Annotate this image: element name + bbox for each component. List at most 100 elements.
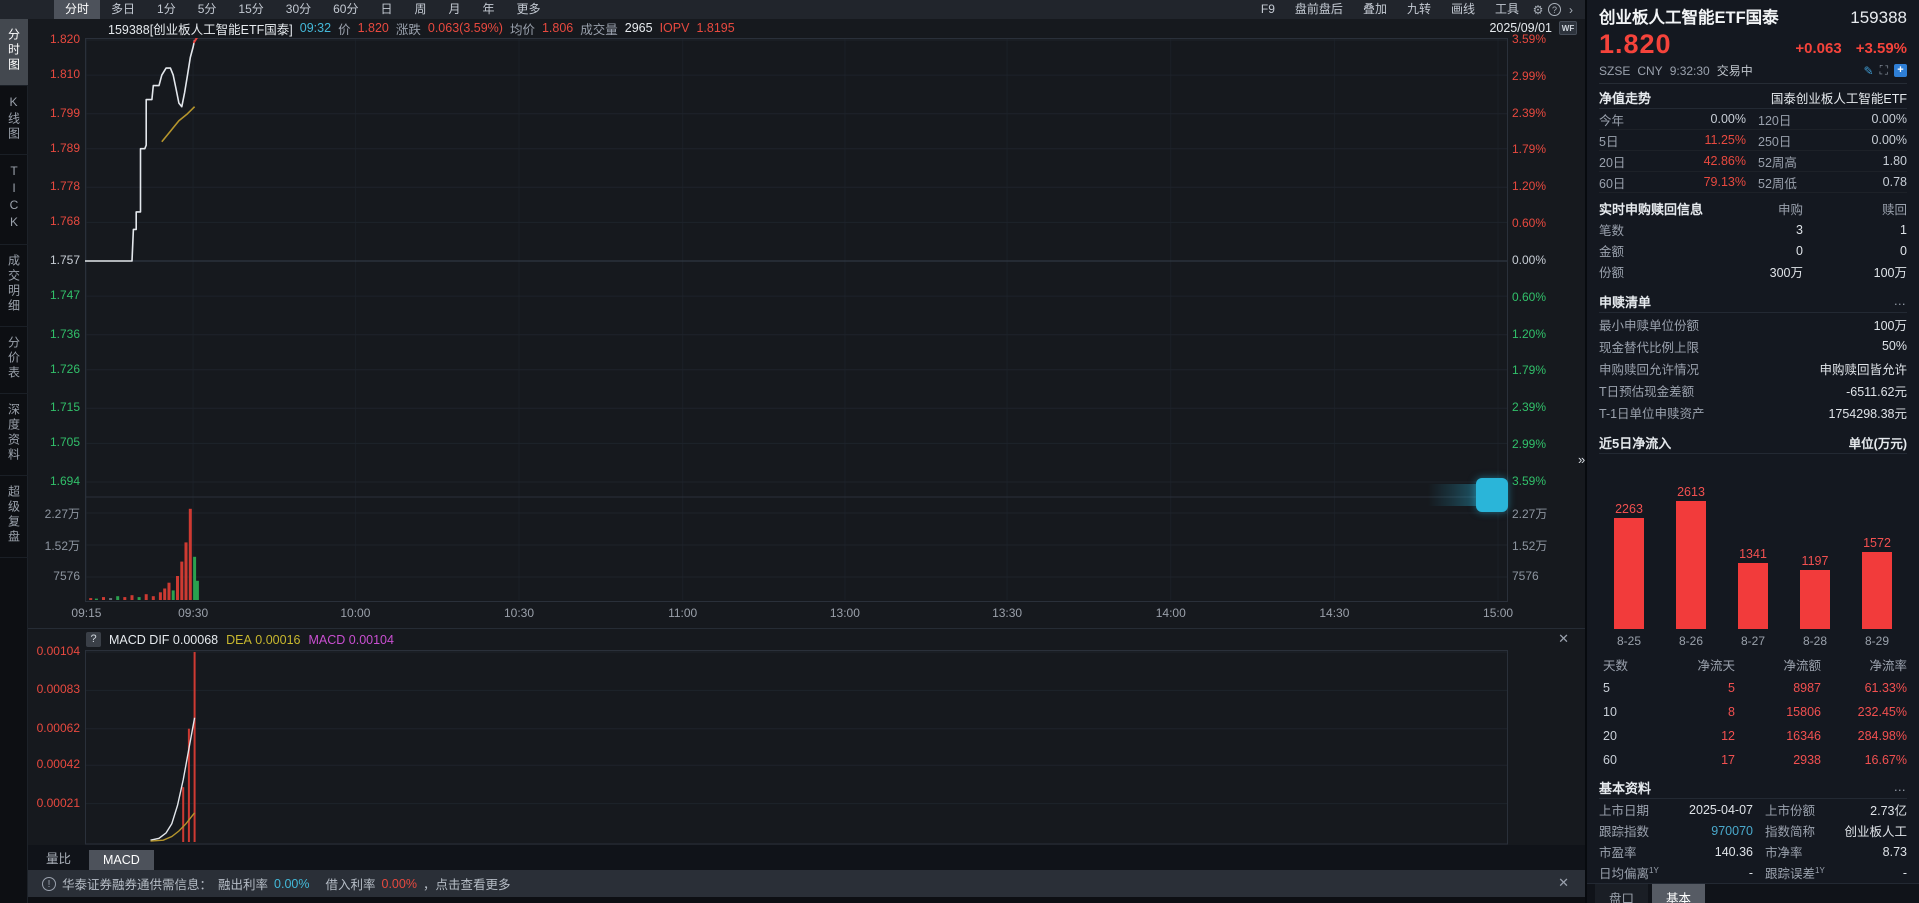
flow-unit: 单位(万元) bbox=[1848, 436, 1907, 451]
more-button[interactable]: … bbox=[1894, 294, 1908, 308]
flow-bar-group: 1197 8-28 bbox=[1787, 460, 1843, 650]
flow-table-cell: 5 bbox=[1728, 681, 1735, 695]
flow-bar bbox=[1862, 552, 1892, 629]
indicator-tabs: 量比 MACD bbox=[28, 845, 1585, 870]
macd-header: ? MACD DIF 0.00068 DEA 0.00016 MACD 0.00… bbox=[28, 629, 1585, 650]
sidebar-item-分价表[interactable]: 分价表 bbox=[0, 327, 28, 394]
period-tab-月[interactable]: 月 bbox=[438, 0, 472, 19]
period-tab-1分[interactable]: 1分 bbox=[146, 0, 187, 19]
in-rate-value: 0.00% bbox=[381, 876, 417, 891]
tool-menu: F9 盘前盘后 叠加 九转 画线 工具 ⚙? › bbox=[1252, 0, 1585, 19]
flow-table-cell: 8987 bbox=[1793, 681, 1821, 695]
panel-tabs: 盘口 基本 bbox=[1587, 883, 1919, 903]
chevron-right-icon[interactable]: › bbox=[1563, 3, 1579, 17]
period-tab-多日[interactable]: 多日 bbox=[100, 0, 146, 19]
panel-expand-handle[interactable]: » bbox=[1578, 452, 1585, 467]
flow-table-cell: 12 bbox=[1721, 729, 1735, 743]
period-tab-60分[interactable]: 60分 bbox=[322, 0, 369, 19]
flow-table-header-cell: 净流天 bbox=[1697, 658, 1735, 673]
sidebar-item-K线图[interactable]: K线图 bbox=[0, 86, 28, 155]
close-macd-icon[interactable]: ✕ bbox=[1558, 631, 1569, 647]
period-tab-日[interactable]: 日 bbox=[369, 0, 403, 19]
flow-table-cell: 20 bbox=[1603, 729, 1617, 743]
menu-item-盘前盘后[interactable]: 盘前盘后 bbox=[1286, 0, 1352, 19]
out-rate-value: 0.00% bbox=[274, 876, 310, 891]
flow-table-cell: 2938 bbox=[1793, 753, 1821, 767]
notice-more-link[interactable]: ，点击查看更多 bbox=[423, 874, 511, 893]
flow-table-header-cell: 净流额 bbox=[1783, 658, 1821, 673]
trading-status: 交易中 bbox=[1716, 64, 1753, 78]
sidebar-item-TICK[interactable]: TICK bbox=[0, 155, 28, 245]
volume-label: 成交量 bbox=[580, 22, 618, 37]
nav-row: 20日 42.86% 52周高 1.80 bbox=[1599, 151, 1907, 172]
sidebar-item-成交明细[interactable]: 成交明细 bbox=[0, 245, 28, 327]
menu-item-画线[interactable]: 画线 bbox=[1442, 0, 1484, 19]
sidebar-item-深度资料[interactable]: 深度资料 bbox=[0, 394, 28, 476]
menu-item-九转[interactable]: 九转 bbox=[1398, 0, 1440, 19]
help-icon[interactable]: ? bbox=[1548, 3, 1561, 16]
flow-bar bbox=[1800, 570, 1830, 629]
tab-macd[interactable]: MACD bbox=[89, 850, 154, 870]
flow-bar-value: 1341 bbox=[1739, 547, 1767, 561]
nav-row: 60日 79.13% 52周低 0.78 bbox=[1599, 172, 1907, 193]
basic-more-button[interactable]: … bbox=[1894, 780, 1908, 794]
flow-table-header-cell: 净流率 bbox=[1869, 658, 1907, 673]
iopv-value: 1.8195 bbox=[696, 21, 735, 35]
flow-bar-date: 8-29 bbox=[1864, 634, 1890, 648]
creation-row: T-1日单位申赎资产 1754298.38元 bbox=[1599, 406, 1907, 421]
in-rate-label: 借入利率 bbox=[325, 878, 376, 892]
net-inflow-bar-chart: 2263 8-25 2613 8-26 1341 8-27 1197 8-28 1572 8-29 bbox=[1599, 454, 1907, 650]
menu-item-叠加[interactable]: 叠加 bbox=[1354, 0, 1396, 19]
creation-row: 现金替代比例上限 50% bbox=[1599, 339, 1907, 355]
edit-icon[interactable]: ✎ bbox=[1864, 64, 1874, 78]
col-redeem: 赎回 bbox=[1881, 202, 1907, 217]
net-inflow-table: 天数 净流天 净流额 净流率 5 5 8987 61.33% 10 8 15806 232.45% 20… bbox=[1599, 652, 1907, 772]
period-tab-5分[interactable]: 5分 bbox=[187, 0, 228, 19]
period-tab-更多[interactable]: 更多 bbox=[506, 0, 552, 19]
flow-title: 近5日净流入 bbox=[1599, 435, 1672, 451]
tab-pankou[interactable]: 盘口 bbox=[1595, 884, 1649, 903]
menu-item-F9[interactable]: F9 bbox=[1252, 0, 1284, 19]
flow-table-row: 10 8 15806 232.45% bbox=[1599, 700, 1907, 724]
flow-table-cell: 15806 bbox=[1786, 705, 1821, 719]
sidebar-item-分时图[interactable]: 分时图 bbox=[0, 19, 28, 86]
trading-terminal: 分时 多日 1分 5分 15分 30分 60分日周月年更多 F9 盘前盘后 叠加 九转 画线 工具 ⚙?… bbox=[0, 0, 1919, 903]
basic-row: 上市日期 2025-04-07 上市份额 2.73亿 bbox=[1599, 802, 1907, 819]
change-label: 涨跌 bbox=[395, 22, 421, 37]
flow-bar bbox=[1738, 563, 1768, 629]
price-change-pct: +3.59% bbox=[1855, 40, 1907, 57]
gear-icon[interactable]: ⚙ bbox=[1530, 3, 1546, 17]
nav-section: 净值走势 国泰创业板人工智能ETF 今年 0.00% 120日 0.00% 5日 11.2… bbox=[1587, 86, 1919, 193]
period-tab-30分[interactable]: 30分 bbox=[275, 0, 322, 19]
creation-title: 申赎清单 bbox=[1599, 294, 1652, 310]
creation-row: T日预估现金差额 -6511.62元 bbox=[1599, 384, 1907, 399]
flow-table-cell: 284.98% bbox=[1857, 729, 1907, 743]
quote-time: 9:32:30 bbox=[1669, 63, 1710, 78]
close-notice-icon[interactable]: ✕ bbox=[1558, 875, 1569, 891]
add-icon[interactable]: + bbox=[1894, 64, 1907, 77]
period-tab-分时[interactable]: 分时 bbox=[54, 0, 101, 19]
currency: CNY bbox=[1637, 63, 1663, 78]
tab-liangbi[interactable]: 量比 bbox=[32, 845, 85, 870]
help-icon[interactable]: ? bbox=[86, 632, 101, 647]
flow-table-row: 5 5 8987 61.33% bbox=[1599, 676, 1907, 700]
realtime-row: 份额 300万 100万 bbox=[1599, 266, 1907, 280]
price-value: 1.820 bbox=[357, 21, 389, 35]
realtime-title: 实时申购赎回信息 bbox=[1599, 201, 1704, 217]
period-tab-周[interactable]: 周 bbox=[404, 0, 438, 19]
menu-item-工具[interactable]: 工具 bbox=[1486, 0, 1528, 19]
quote-header: 创业板人工智能ETF国泰 159388 1.820 +0.063 +3.59% … bbox=[1587, 0, 1919, 86]
intraday-price-volume-chart bbox=[85, 38, 1508, 602]
fund-name: 国泰创业板人工智能ETF bbox=[1770, 91, 1907, 106]
watermark-comet bbox=[1428, 478, 1508, 512]
period-tab-年[interactable]: 年 bbox=[472, 0, 506, 19]
screenshot-icon[interactable]: ⛶ bbox=[1880, 63, 1888, 78]
period-tab-15分[interactable]: 15分 bbox=[227, 0, 274, 19]
basic-row: 跟踪指数 970070 指数简称 创业板人工 bbox=[1599, 823, 1907, 840]
basic-info-section: 基本资料 … 上市日期 2025-04-07 上市份额 2.73亿 跟踪指数 970070… bbox=[1587, 776, 1919, 883]
last-price: 1.820 bbox=[1599, 29, 1672, 59]
tab-basic[interactable]: 基本 bbox=[1652, 884, 1706, 903]
sidebar-item-超级复盘[interactable]: 超级复盘 bbox=[0, 476, 28, 558]
period-tabs: 分时 多日 1分 5分 15分 30分 60分日周月年更多 bbox=[54, 0, 552, 19]
price-change: +0.063 bbox=[1795, 40, 1842, 57]
